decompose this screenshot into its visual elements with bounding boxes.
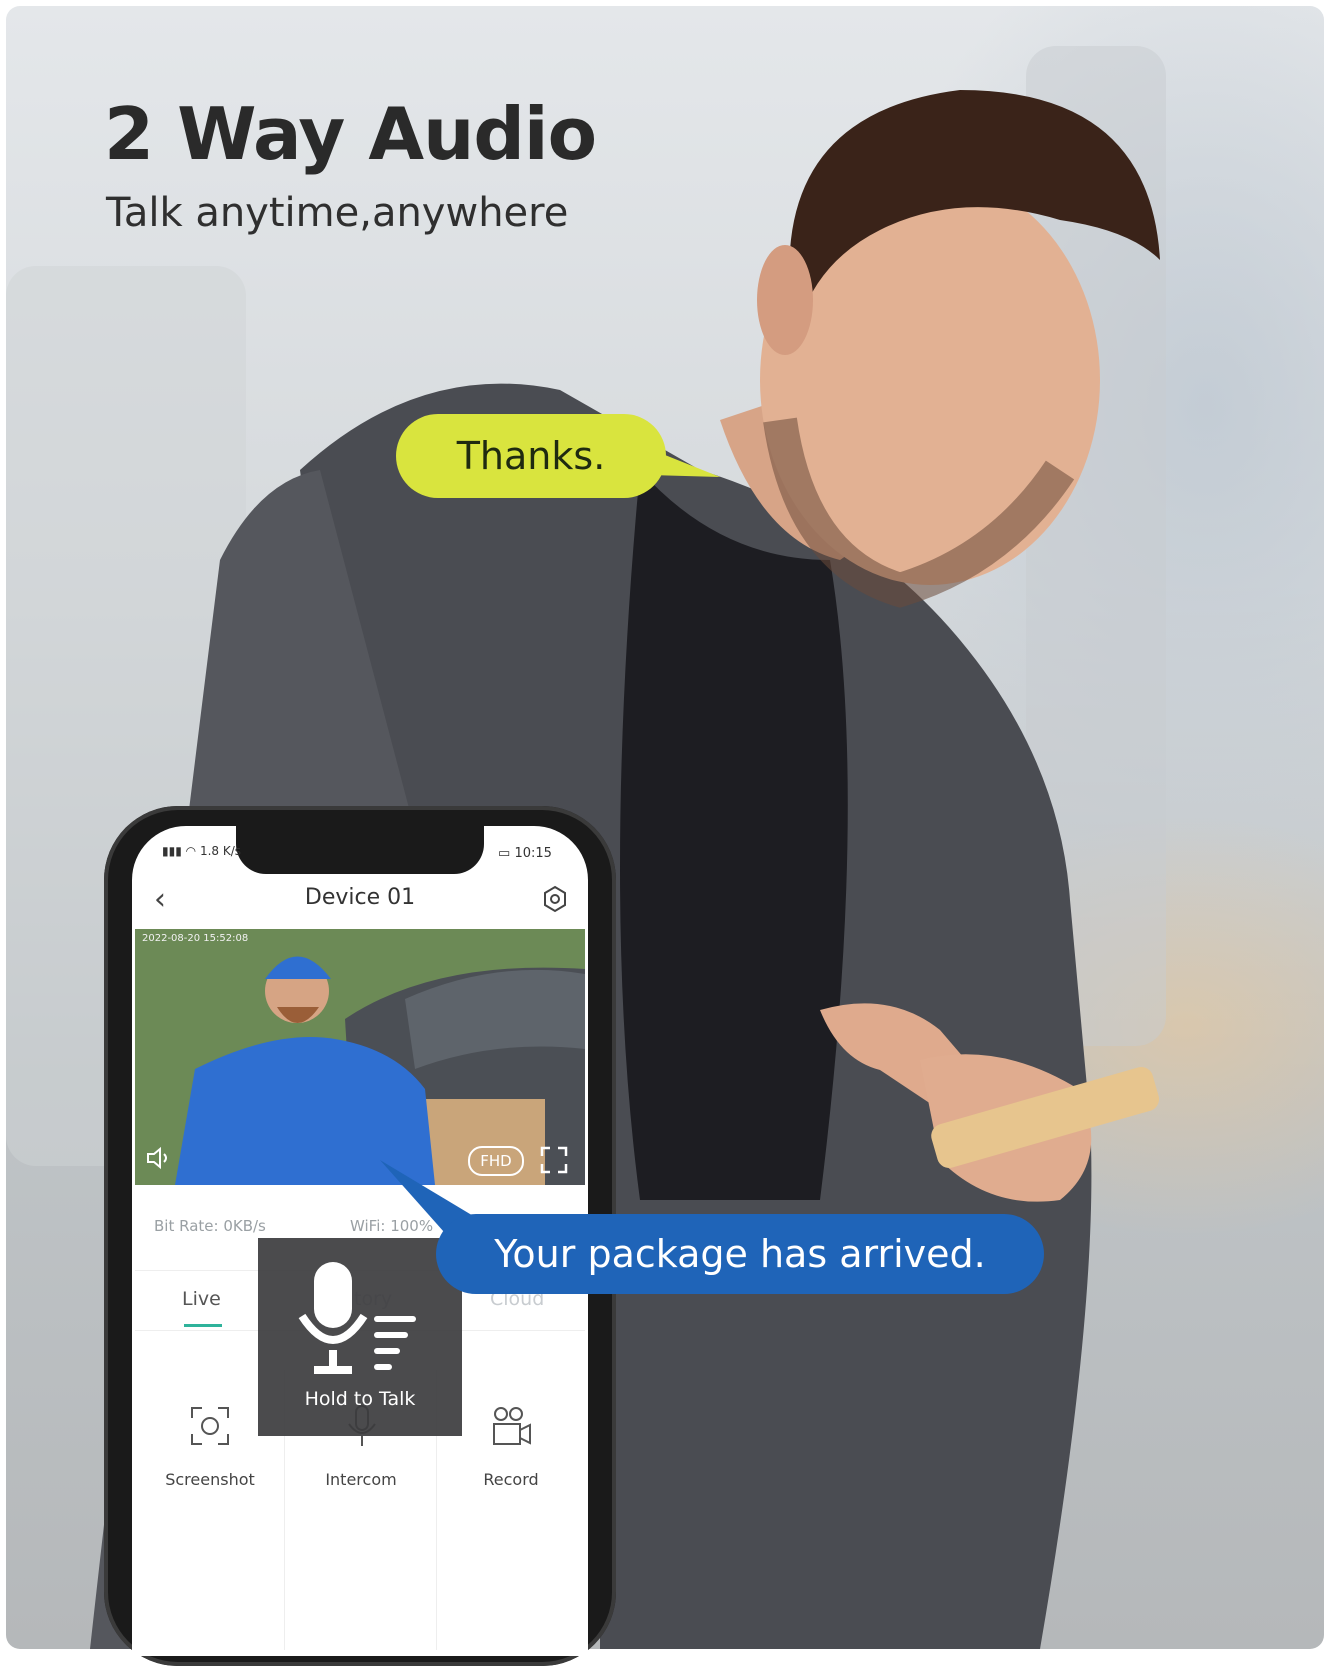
gear-icon[interactable] [540,884,570,914]
live-video-feed[interactable] [135,929,585,1185]
battery-icon: ▭ [498,846,511,861]
fullscreen-icon[interactable] [540,1146,568,1174]
clock: 10:15 [514,846,552,861]
visitor-speech-bubble: Thanks. [396,414,666,498]
phone-notch [236,826,484,874]
visitor-bubble-tail [650,449,720,477]
speaker-icon[interactable] [146,1146,172,1170]
courier-speech-bubble: Your package has arrived. [436,1214,1044,1294]
active-tab-indicator [184,1324,222,1327]
hold-to-talk-label: Hold to Talk [304,1388,416,1410]
network-speed: 1.8 K/s [199,844,242,858]
visitor-speech-text: Thanks. [456,434,606,478]
talk-microphone-icon [298,1262,416,1374]
courier-speech-text: Your package has arrived. [494,1232,986,1276]
record-button-label: Record [483,1470,539,1489]
signal-icon: ▮▮▮ [162,844,182,858]
video-timestamp: 2022-08-20 15:52:08 [142,933,249,944]
tab-live[interactable]: Live [182,1288,221,1310]
delivery-person-image [135,929,585,1185]
video-camera-icon[interactable] [490,1404,534,1448]
screenshot-icon[interactable] [188,1404,232,1448]
device-title: Device 01 [304,885,416,910]
chevron-left-icon[interactable]: ‹ [154,882,166,917]
wifi-icon: ◠ [185,844,197,858]
intercom-button-label: Intercom [325,1470,397,1489]
status-time: ▭ 10:15 [498,846,552,861]
bit-rate-label: Bit Rate: 0KB/s [154,1217,266,1235]
status-signal: ▮▮▮ ◠ 1.8 K/s [162,844,241,858]
screenshot-button-label: Screenshot [165,1470,255,1489]
